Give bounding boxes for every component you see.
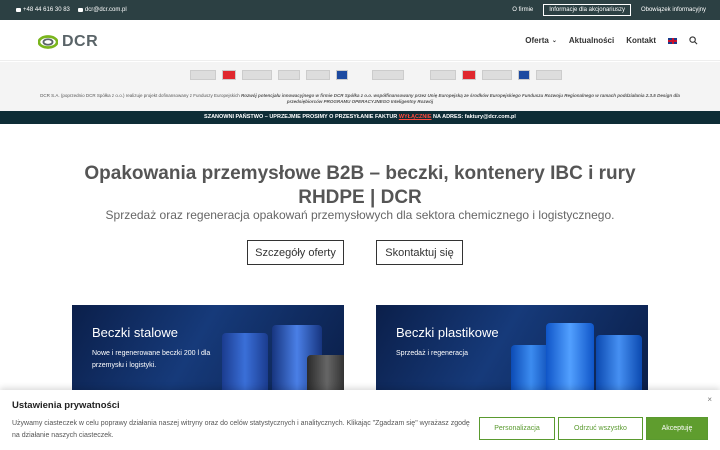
nav-oferta[interactable]: Oferta ⌄	[525, 36, 557, 45]
pl-flag-2-icon	[462, 70, 476, 80]
envelope-icon	[77, 8, 83, 12]
invoice-email-link[interactable]: faktury@dcr.com.pl	[465, 114, 516, 120]
nav-aktualnosci[interactable]: Aktualności	[569, 36, 614, 45]
eu-funding-section: DCR S.A. (poprzednio DCR Spółka z o.o.) …	[0, 62, 720, 111]
invoice-notice: SZANOWNI PAŃSTWO – UPRZEJMIE PROSIMY O P…	[0, 111, 720, 124]
email-contact[interactable]: dcr@dcr.com.pl	[77, 7, 127, 13]
search-icon[interactable]	[689, 36, 698, 45]
eu-flag-2-icon	[518, 70, 530, 80]
pl-flag-icon	[222, 70, 236, 80]
card-text: Sprzedaż i regeneracja	[396, 350, 468, 357]
steel-barrel-image	[222, 333, 268, 395]
ministry-logo-2-icon	[482, 70, 512, 80]
fundusze-europejskie-logo-2-icon	[430, 70, 456, 80]
offer-details-button[interactable]: Szczegóły oferty	[247, 240, 344, 265]
nav-kontakt[interactable]: Kontakt	[626, 36, 656, 45]
link-akcjonariusze[interactable]: Informacje dla akcjonariuszy	[543, 4, 631, 16]
link-obowiazek[interactable]: Obowiązek informacyjny	[641, 7, 706, 13]
dcr-logo-mark-icon	[38, 35, 58, 49]
eu-flag-icon	[336, 70, 348, 80]
steel-barrel-image	[307, 355, 344, 395]
card-title: Beczki stalowe	[92, 325, 178, 340]
contact-button[interactable]: Skontaktuj się	[376, 240, 463, 265]
close-icon[interactable]: ×	[707, 395, 712, 404]
card-plastic-barrels[interactable]: Beczki plastikowe Sprzedaż i regeneracja	[376, 305, 648, 395]
ministry-logo-icon	[242, 70, 272, 80]
dcr-logo[interactable]: DCR	[38, 33, 98, 51]
ue-text-logo-icon	[306, 70, 330, 80]
chevron-down-icon: ⌄	[551, 38, 557, 44]
cookie-accept-button[interactable]: Akceptuję	[646, 417, 708, 440]
card-title: Beczki plastikowe	[396, 325, 499, 340]
plastic-barrel-image	[546, 323, 594, 395]
main-nav: Oferta ⌄ Aktualności Kontakt	[525, 36, 698, 45]
cookie-banner: Ustawienia prywatności × Używamy ciastec…	[0, 390, 720, 450]
page-title: Opakowania przemysłowe B2B – beczki, kon…	[84, 163, 636, 208]
phone-icon	[16, 8, 21, 12]
site-header: DCR Oferta ⌄ Aktualności Kontakt	[0, 20, 720, 61]
plastic-barrel-image	[596, 335, 642, 395]
cookie-title: Ustawienia prywatności	[12, 400, 120, 411]
cookie-customize-button[interactable]: Personalizacja	[479, 417, 555, 440]
partner-logo-icon	[536, 70, 562, 80]
page-subtitle: Sprzedaż oraz regeneracja opakowań przem…	[105, 208, 615, 222]
plastic-barrel-image	[511, 345, 551, 395]
link-o-firmie[interactable]: O firmie	[512, 7, 533, 13]
card-steel-barrels[interactable]: Beczki stalowe Nowe i regenerowane beczk…	[72, 305, 344, 395]
fundusze-europejskie-logo-icon	[190, 70, 216, 80]
cookie-text: Używamy ciasteczek w celu poprawy działa…	[12, 420, 470, 439]
top-bar: +48 44 616 30 83 dcr@dcr.com.pl O firmie…	[0, 0, 720, 20]
phone-contact[interactable]: +48 44 616 30 83	[16, 7, 70, 13]
logo-text: DCR	[62, 33, 99, 50]
card-text: Nowe i regenerowane beczki 200 l dla prz…	[92, 350, 211, 369]
design-logo-icon	[372, 70, 404, 80]
uk-flag-icon[interactable]	[668, 37, 677, 44]
eu-logos	[190, 70, 562, 80]
cookie-reject-button[interactable]: Odrzuć wszystko	[558, 417, 643, 440]
parp-logo-icon	[278, 70, 300, 80]
funding-description: DCR S.A. (poprzednio DCR Spółka z o.o.) …	[40, 93, 680, 104]
